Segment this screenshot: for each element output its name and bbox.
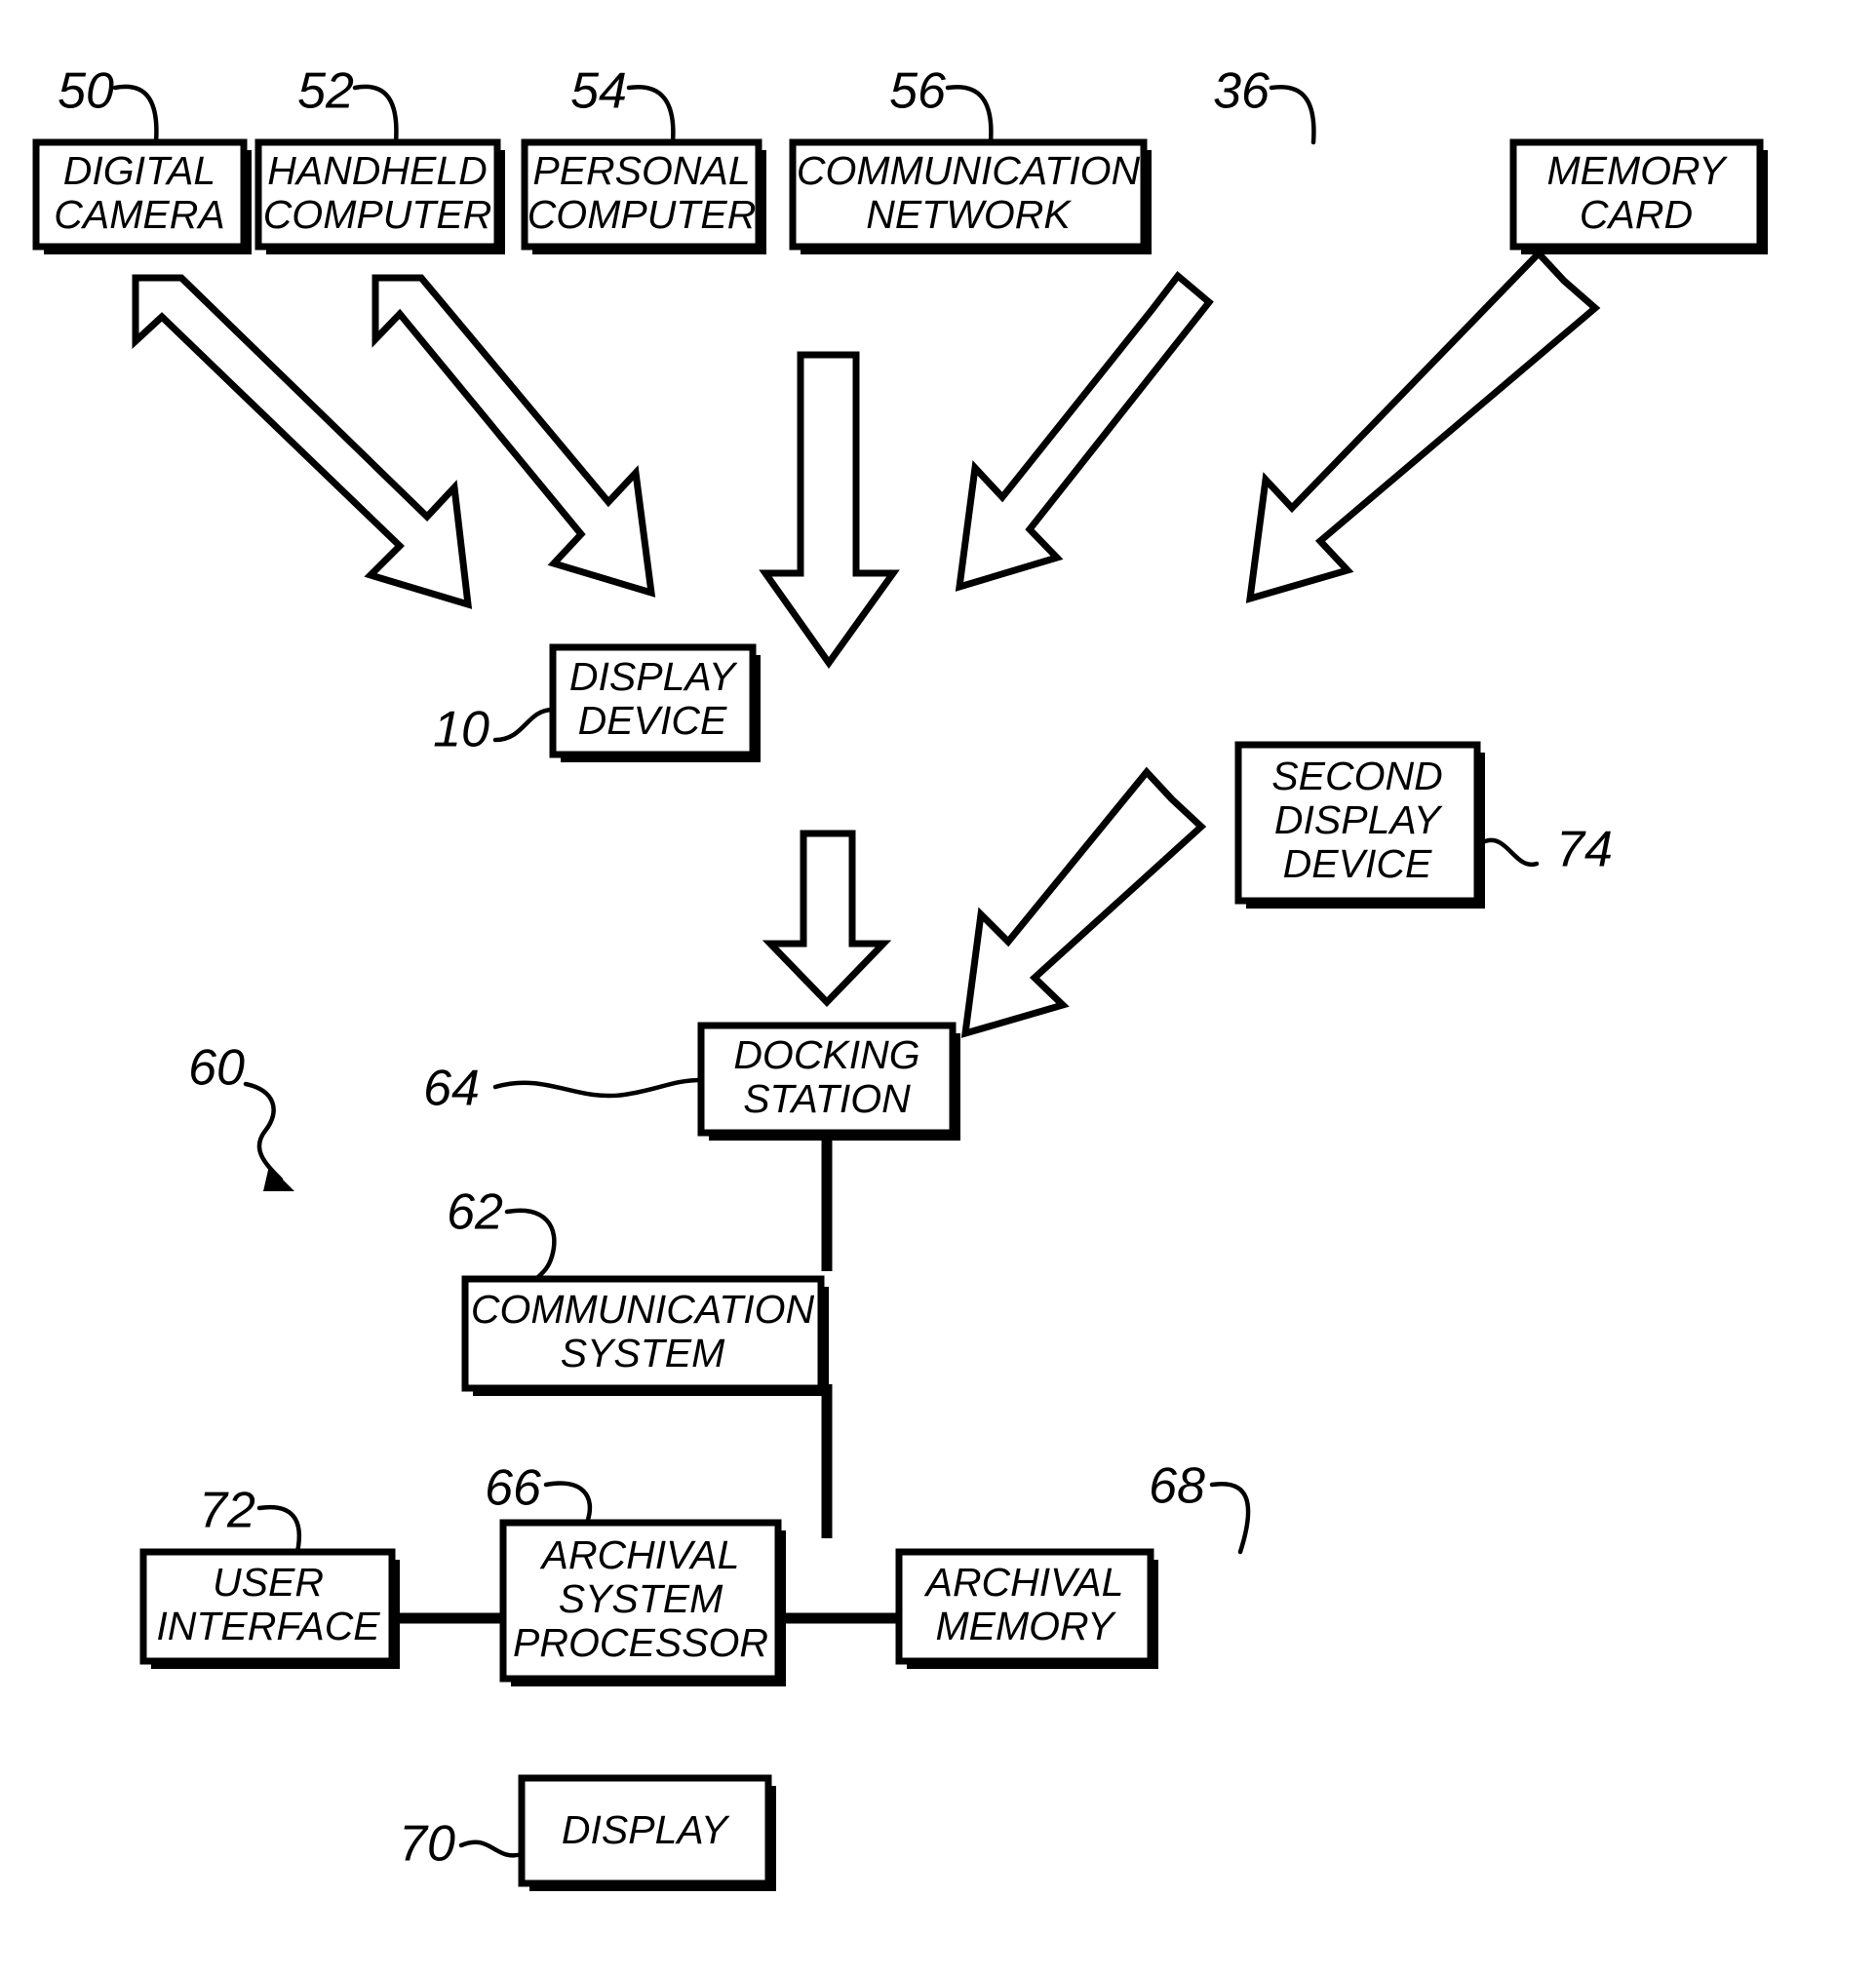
- block-display-device[interactable]: DISPLAY DEVICE: [549, 643, 761, 762]
- ref-callout-66: 66: [485, 1460, 593, 1526]
- ref-callout-72: 72: [199, 1483, 302, 1555]
- block-label-personal-computer-line2: COMPUTER: [528, 192, 757, 237]
- block-personal-computer[interactable]: PERSONAL COMPUTER: [521, 138, 766, 254]
- ref-callout-74: 74: [1482, 822, 1613, 878]
- ref-number-60: 60: [188, 1040, 245, 1097]
- ref-callout-52: 52: [297, 63, 399, 145]
- ref-callout-64: 64: [423, 1061, 704, 1117]
- patent-figure: DIGITAL CAMERA 50 HANDHELD COMPUTER 52 P…: [0, 0, 1876, 1975]
- block-label-second-display-device-line3: DEVICE: [1283, 841, 1432, 886]
- block-communication-system[interactable]: COMMUNICATION SYSTEM: [461, 1275, 829, 1396]
- block-label-archival-memory-line2: MEMORY: [936, 1604, 1117, 1648]
- block-label-docking-station-line1: DOCKING: [733, 1032, 919, 1077]
- diagram-canvas: DIGITAL CAMERA 50 HANDHELD COMPUTER 52 P…: [32, 63, 1768, 1891]
- ref-callout-60-system: 60: [188, 1040, 294, 1191]
- block-label-archival-memory-line1: ARCHIVAL: [923, 1560, 1124, 1605]
- block-label-archival-system-processor-line1: ARCHIVAL: [539, 1532, 740, 1577]
- block-communication-network[interactable]: COMMUNICATION NETWORK: [789, 138, 1152, 254]
- ref-callout-10: 10: [433, 702, 556, 758]
- block-docking-station[interactable]: DOCKING STATION: [697, 1022, 960, 1141]
- ref-number-56: 56: [889, 63, 946, 120]
- block-label-second-display-device-line1: SECOND: [1271, 754, 1442, 798]
- block-user-interface[interactable]: USER INTERFACE: [139, 1548, 400, 1669]
- ref-number-62: 62: [447, 1184, 503, 1241]
- block-digital-camera[interactable]: DIGITAL CAMERA: [32, 138, 252, 254]
- block-archival-system-processor[interactable]: ARCHIVAL SYSTEM PROCESSOR: [499, 1519, 786, 1686]
- ref-number-72: 72: [199, 1483, 255, 1539]
- ref-callout-56: 56: [889, 63, 994, 145]
- ref-callout-36: 36: [1213, 63, 1316, 145]
- block-label-memory-card-line1: MEMORY: [1547, 148, 1729, 193]
- block-label-archival-system-processor-line3: PROCESSOR: [513, 1620, 768, 1665]
- flow-arrow-display-device-to-docking-station: [762, 830, 892, 1008]
- ref-callout-70: 70: [399, 1816, 525, 1873]
- block-handheld-computer[interactable]: HANDHELD COMPUTER: [254, 138, 505, 254]
- block-label-archival-system-processor-line2: SYSTEM: [559, 1576, 723, 1621]
- block-label-personal-computer-line1: PERSONAL: [532, 148, 750, 193]
- block-label-communication-system-line2: SYSTEM: [561, 1331, 725, 1375]
- block-label-digital-camera-line2: CAMERA: [54, 192, 224, 237]
- block-label-user-interface-line2: INTERFACE: [156, 1604, 380, 1648]
- ref-number-70: 70: [399, 1816, 455, 1873]
- ref-number-66: 66: [485, 1460, 541, 1517]
- ref-callout-62: 62: [447, 1184, 557, 1282]
- ref-number-52: 52: [297, 63, 354, 120]
- block-label-display-device-line1: DISPLAY: [569, 654, 738, 699]
- block-label-docking-station-line2: STATION: [743, 1076, 911, 1121]
- flow-arrow-memory-card-to-display-device: [1245, 248, 1601, 603]
- block-label-user-interface-line1: USER: [213, 1560, 324, 1605]
- block-label-communication-network-line2: NETWORK: [866, 192, 1072, 237]
- block-display[interactable]: DISPLAY: [518, 1774, 776, 1891]
- block-label-communication-system-line1: COMMUNICATION: [471, 1287, 815, 1332]
- ref-number-68: 68: [1149, 1458, 1205, 1515]
- block-memory-card[interactable]: MEMORY CARD: [1509, 138, 1768, 254]
- ref-number-36: 36: [1213, 63, 1270, 120]
- flow-arrow-personal-computer-to-display-device: [759, 351, 900, 670]
- ref-number-10: 10: [433, 702, 489, 758]
- ref-callout-50: 50: [58, 63, 159, 145]
- block-second-display-device[interactable]: SECOND DISPLAY DEVICE: [1234, 741, 1485, 909]
- ref-number-64: 64: [423, 1061, 480, 1117]
- block-label-handheld-computer-line1: HANDHELD: [267, 148, 488, 193]
- block-archival-memory[interactable]: ARCHIVAL MEMORY: [895, 1548, 1158, 1669]
- flow-arrow-second-display-device-to-docking-station: [960, 766, 1207, 1038]
- ref-number-54: 54: [570, 63, 627, 120]
- block-label-second-display-device-line2: DISPLAY: [1274, 797, 1443, 842]
- block-label-display-device-line2: DEVICE: [578, 698, 727, 743]
- ref-number-74: 74: [1556, 822, 1613, 878]
- flow-arrow-communication-network-to-display-device: [955, 270, 1214, 592]
- block-label-memory-card-line2: CARD: [1580, 192, 1693, 237]
- block-label-digital-camera-line1: DIGITAL: [63, 148, 215, 193]
- block-label-display: DISPLAY: [562, 1807, 730, 1852]
- ref-callout-54: 54: [570, 63, 676, 145]
- ref-number-50: 50: [58, 63, 114, 120]
- block-label-communication-network-line1: COMMUNICATION: [797, 148, 1141, 193]
- block-label-handheld-computer-line2: COMPUTER: [263, 192, 492, 237]
- ref-callout-68: 68: [1149, 1458, 1251, 1555]
